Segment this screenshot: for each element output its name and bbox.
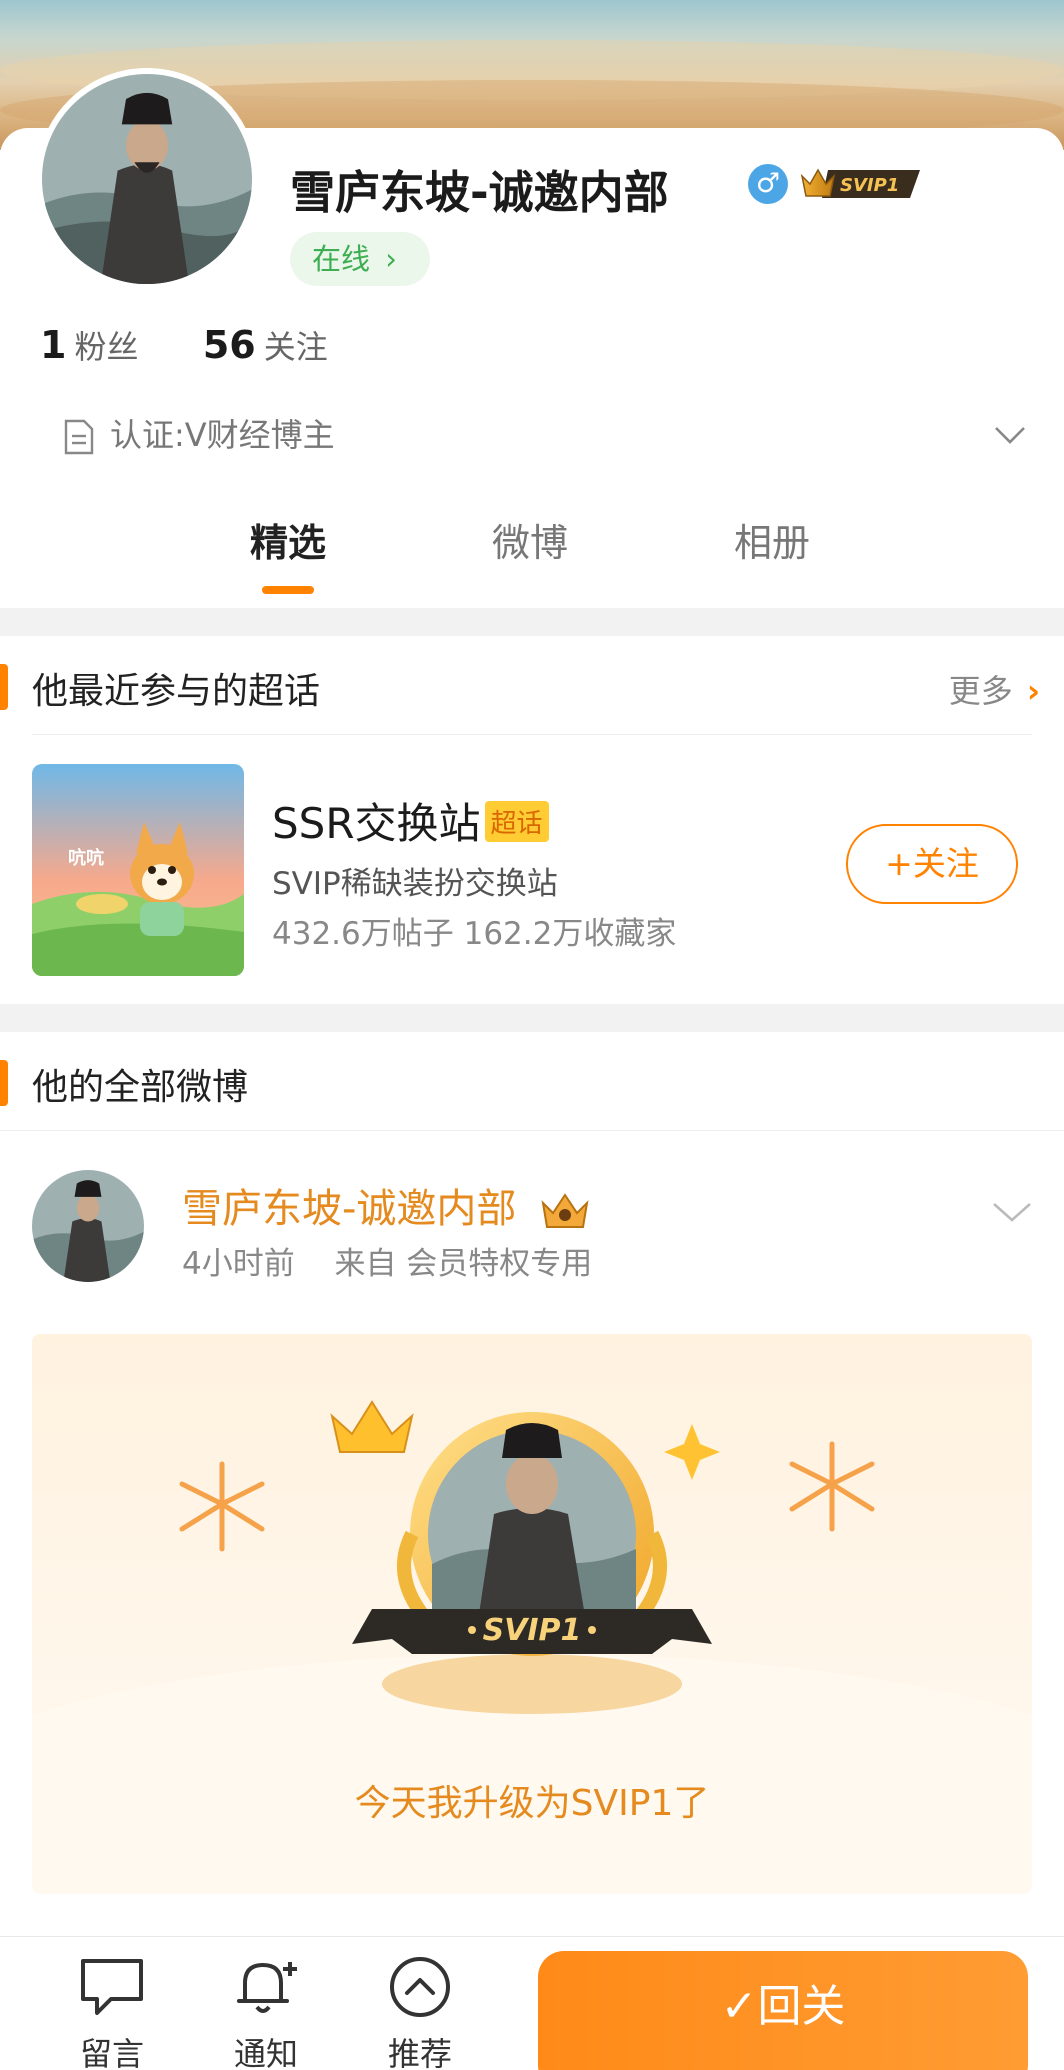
- posts-section-header: 他的全部微博: [0, 1034, 1064, 1130]
- post-author-name-row[interactable]: 雪庐东坡-诚邀内部: [182, 1176, 591, 1234]
- super-topic-item[interactable]: 吭吭 SSR交换站 超话 SVIP稀缺装扮交换站 432.6万帖子 162.2万收…: [0, 734, 1064, 984]
- active-tab-indicator: [262, 586, 314, 594]
- corgi-illustration: 吭吭: [32, 764, 244, 976]
- tab-featured[interactable]: 精选: [250, 512, 326, 567]
- upgrade-message: 今天我升级为SVIP1了: [354, 1783, 710, 1824]
- portrait-image: [42, 74, 252, 284]
- chevron-right-icon: ›: [385, 242, 397, 276]
- topic-name: SSR交换站: [272, 799, 481, 848]
- follow-topic-button[interactable]: +关注: [846, 824, 1018, 904]
- post-time: 4小时前: [182, 1246, 295, 1282]
- tab-album[interactable]: 相册: [734, 512, 810, 567]
- post-meta: 4小时前 来自 会员特权专用: [182, 1238, 592, 1283]
- chevron-down-icon[interactable]: [990, 1190, 1034, 1234]
- topics-section-header: 他最近参与的超话 更多 ›: [0, 638, 1064, 734]
- more-label: 更多: [948, 672, 1013, 710]
- super-topic-tag: 超话: [484, 801, 549, 842]
- bottom-action-bar: 留言 通知 推荐 ✓回关: [0, 1936, 1064, 2070]
- verification-text: 认证:V财经博主: [110, 416, 335, 454]
- message-label: 留言: [79, 2035, 144, 2070]
- male-gender-icon: ♂: [748, 164, 788, 204]
- crown-icon: [541, 1193, 589, 1228]
- recommend-button[interactable]: 推荐: [370, 1955, 470, 2070]
- posts-section-title: 他的全部微博: [32, 1067, 249, 1108]
- section-accent: [0, 1060, 8, 1106]
- svg-text:吭吭: 吭吭: [68, 847, 104, 869]
- checkmark-icon: ✓: [720, 1981, 758, 2032]
- svip-badge[interactable]: SVIP1: [798, 162, 928, 204]
- bell-plus-icon: [237, 1962, 297, 2013]
- profile-tabs: 精选 微博 相册: [0, 512, 1064, 592]
- chat-icon: [81, 1959, 143, 2015]
- topic-thumbnail: 吭吭: [32, 764, 244, 976]
- divider: [0, 1130, 1064, 1131]
- followers-label: 粉丝: [74, 328, 139, 366]
- topic-description: SVIP稀缺装扮交换站: [272, 866, 558, 902]
- followers-stat[interactable]: 1 粉丝: [40, 323, 149, 367]
- topics-section-title: 他最近参与的超话: [32, 671, 321, 712]
- notify-label: 通知: [233, 2035, 298, 2070]
- follow-back-label: 回关: [757, 1981, 846, 2032]
- document-icon: [64, 419, 94, 455]
- topic-name-row: SSR交换站 超话: [272, 790, 549, 851]
- profile-avatar[interactable]: [36, 68, 258, 290]
- followers-count: 1: [40, 323, 67, 367]
- post-author-name: 雪庐东坡-诚邀内部: [182, 1186, 517, 1232]
- svip-badge-text: SVIP1: [840, 175, 899, 196]
- message-button[interactable]: 留言: [62, 1955, 162, 2070]
- svip-upgrade-card[interactable]: SVIP1 今天我升级为SVIP1了: [32, 1334, 1032, 1894]
- chevron-up-circle-icon: [390, 1957, 450, 2017]
- topic-stats: 432.6万帖子 162.2万收藏家: [272, 916, 677, 952]
- section-divider: [0, 1004, 1064, 1032]
- recommend-label: 推荐: [387, 2035, 452, 2070]
- verification-row[interactable]: 认证:V财经博主: [62, 410, 335, 456]
- card-svip-badge: SVIP1: [483, 1613, 582, 1648]
- chevron-down-icon[interactable]: [992, 416, 1028, 452]
- following-stat[interactable]: 56 关注: [203, 323, 328, 367]
- online-status-button[interactable]: 在线 ›: [290, 232, 430, 286]
- notify-button[interactable]: 通知: [216, 1955, 316, 2070]
- post-author-avatar[interactable]: [32, 1170, 144, 1282]
- section-accent: [0, 664, 8, 710]
- following-count: 56: [202, 323, 256, 367]
- more-button[interactable]: 更多 ›: [949, 666, 1040, 712]
- following-label: 关注: [263, 328, 328, 366]
- follow-back-button[interactable]: ✓回关: [538, 1951, 1028, 2070]
- profile-name: 雪庐东坡-诚邀内部: [290, 166, 669, 219]
- post-header: 雪庐东坡-诚邀内部 4小时前 来自 会员特权专用: [0, 1142, 1064, 1302]
- post-source: 来自 会员特权专用: [334, 1246, 593, 1282]
- online-label: 在线: [312, 242, 371, 276]
- section-divider: [0, 608, 1064, 636]
- portrait-image: [32, 1170, 144, 1282]
- chevron-right-icon: ›: [1026, 672, 1040, 710]
- tab-weibo[interactable]: 微博: [492, 512, 568, 567]
- profile-stats: 1 粉丝 56 关注: [40, 322, 328, 368]
